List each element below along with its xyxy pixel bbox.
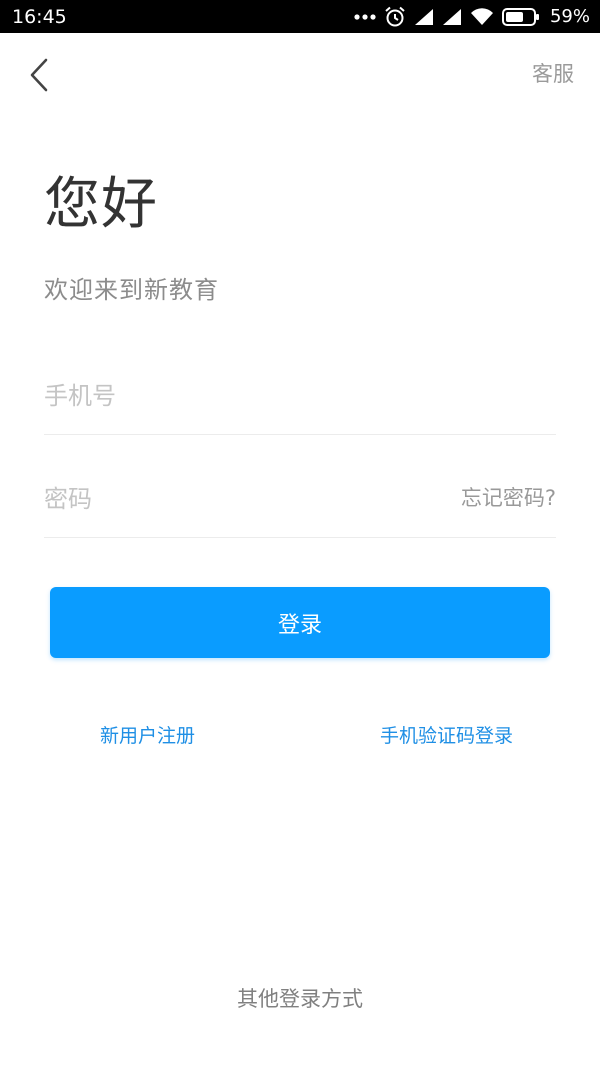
wifi-icon [470,8,493,25]
alarm-icon [385,6,405,27]
signal-icon [442,9,461,25]
page-title: 您好 [44,172,158,237]
battery-percent: 59% [549,6,590,27]
battery-icon [501,8,539,26]
phone-field-row [44,364,556,435]
signal-icon [414,9,433,25]
other-login-link[interactable]: 其他登录方式 [0,984,600,1014]
status-time: 16:45 [12,6,67,28]
login-button[interactable]: 登录 [50,587,550,658]
password-field-row: 忘记密码? [44,467,556,538]
phone-input[interactable] [44,376,424,416]
welcome-subtitle: 欢迎来到新教育 [44,276,219,304]
status-icons: 59% [354,4,590,30]
chevron-left-icon [30,58,48,92]
customer-service-link[interactable]: 客服 [532,60,574,88]
more-dots-icon [354,14,376,20]
sms-login-link[interactable]: 手机验证码登录 [380,722,513,750]
forgot-password-link[interactable]: 忘记密码? [461,483,556,513]
back-button[interactable] [24,56,58,94]
password-input[interactable] [44,479,424,519]
status-bar: 16:45 59% [0,0,600,33]
register-link[interactable]: 新用户注册 [100,722,195,750]
